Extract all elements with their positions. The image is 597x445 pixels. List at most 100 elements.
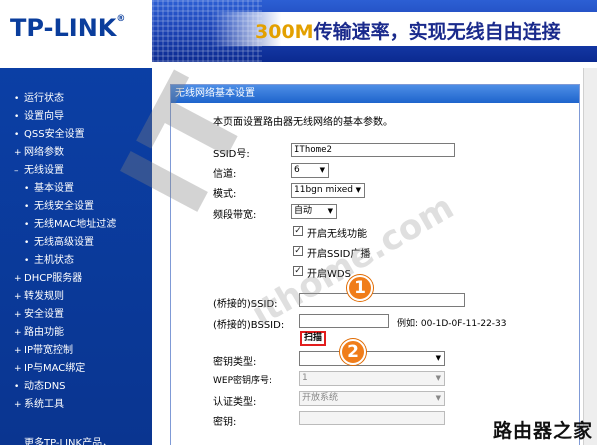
sidebar-item[interactable]: • 设置向导: [14, 108, 116, 126]
bullet-icon: •: [14, 382, 20, 392]
scrollbar[interactable]: [583, 68, 597, 445]
sidebar-item[interactable]: – 无线设置: [14, 162, 116, 180]
sidebar-menu: • 运行状态 • 设置向导 • QSS安全设置 + 网络参数 – 无线设置 • 基本设置 • 无线安全设置…: [14, 90, 116, 414]
sidebar-item[interactable]: + IP与MAC绑定: [14, 360, 116, 378]
sidebar-item[interactable]: + DHCP服务器: [14, 270, 116, 288]
scan-button[interactable]: 扫描: [300, 331, 327, 346]
sidebar-item[interactable]: + 路由功能: [14, 324, 116, 342]
bullet-icon: •: [14, 94, 20, 104]
bullet-icon: •: [24, 184, 30, 194]
header-banner: TP-LINK® 300M传输速率，实现无线自由连接: [0, 0, 597, 62]
sidebar-item-label: 系统工具: [24, 399, 64, 410]
ssid-input[interactable]: IThome2: [291, 143, 455, 157]
auth-type-select[interactable]: 开放系统 ▼: [299, 391, 445, 406]
sidebar-item[interactable]: + 网络参数: [14, 144, 116, 162]
enable-wireless-label: 开启无线功能: [307, 229, 367, 240]
sidebar-item-label: 网络参数: [24, 147, 64, 158]
more-products-link[interactable]: 更多TP-LINK产品，: [24, 434, 112, 445]
bridged-ssid-input[interactable]: [299, 293, 465, 307]
key-type-select[interactable]: ▼: [299, 351, 445, 366]
bullet-icon: •: [24, 256, 30, 266]
sidebar-item-label: 运行状态: [24, 93, 64, 104]
enable-ssid-broadcast-checkbox[interactable]: ✓: [293, 246, 303, 256]
panel-title: 无线网络基本设置: [171, 85, 579, 103]
logo-text: TP-LINK: [10, 14, 117, 42]
sidebar-item-label: 动态DNS: [24, 381, 66, 392]
wireless-basic-settings-panel: 无线网络基本设置 本页面设置路由器无线网络的基本参数。 SSID号: IThom…: [170, 84, 580, 445]
bssid-example: 例如: 00-1D-0F-11-22-33: [397, 319, 507, 329]
chevron-down-icon: ▼: [435, 374, 441, 382]
bullet-icon: +: [14, 364, 22, 374]
sidebar-item-label: 无线安全设置: [34, 201, 94, 212]
auth-type-value: 开放系统: [302, 393, 339, 403]
sidebar-item[interactable]: + 安全设置: [14, 306, 116, 324]
chevron-down-icon: ▼: [435, 354, 441, 362]
bullet-icon: +: [14, 148, 22, 158]
sidebar-item[interactable]: • 运行状态: [14, 90, 116, 108]
key-input[interactable]: [299, 411, 445, 425]
channel-select[interactable]: 6 ▼: [291, 163, 329, 178]
bridged-bssid-input[interactable]: [299, 314, 389, 328]
chevron-down-icon: ▼: [319, 166, 325, 174]
bridged-bssid-label: (桥接的)BSSID:: [213, 320, 285, 331]
sidebar-item-label: 无线高级设置: [34, 237, 94, 248]
sidebar-item[interactable]: • 无线MAC地址过滤: [14, 216, 116, 234]
bullet-icon: +: [14, 292, 22, 302]
sidebar-item[interactable]: + IP带宽控制: [14, 342, 116, 360]
wep-index-select[interactable]: 1 ▼: [299, 371, 445, 386]
wep-index-label: WEP密钥序号:: [213, 376, 273, 386]
chevron-down-icon: ▼: [355, 186, 361, 194]
bandwidth-label: 频段带宽:: [213, 210, 257, 221]
chevron-down-icon: ▼: [327, 207, 333, 215]
enable-wds-checkbox[interactable]: ✓: [293, 266, 303, 276]
enable-ssid-broadcast-label: 开启SSID广播: [307, 249, 371, 260]
key-type-label: 密钥类型:: [213, 357, 257, 368]
sidebar-item[interactable]: • 无线高级设置: [14, 234, 116, 252]
bullet-icon: •: [24, 220, 30, 230]
wep-index-value: 1: [302, 373, 308, 383]
sidebar-item-label: 转发规则: [24, 291, 64, 302]
bullet-icon: •: [14, 130, 20, 140]
sidebar-item[interactable]: • 无线安全设置: [14, 198, 116, 216]
bullet-icon: +: [14, 346, 22, 356]
sidebar-item[interactable]: • QSS安全设置: [14, 126, 116, 144]
mode-select[interactable]: 11bgn mixed ▼: [291, 183, 365, 198]
main-content: 无线网络基本设置 本页面设置路由器无线网络的基本参数。 SSID号: IThom…: [152, 68, 597, 445]
bullet-icon: +: [14, 328, 22, 338]
sidebar: • 运行状态 • 设置向导 • QSS安全设置 + 网络参数 – 无线设置 • 基本设置 • 无线安全设置…: [0, 68, 152, 445]
channel-label: 信道:: [213, 169, 237, 180]
sidebar-item[interactable]: + 系统工具: [14, 396, 116, 414]
sidebar-item-label: 路由功能: [24, 327, 64, 338]
bandwidth-select[interactable]: 自动 ▼: [291, 204, 337, 219]
sidebar-item-label: 设置向导: [24, 111, 64, 122]
sidebar-item[interactable]: • 基本设置: [14, 180, 116, 198]
bandwidth-value: 自动: [294, 206, 313, 216]
mode-label: 模式:: [213, 189, 237, 200]
bullet-icon: •: [24, 238, 30, 248]
sidebar-item-label: 安全设置: [24, 309, 64, 320]
sidebar-item-label: IP带宽控制: [24, 345, 73, 356]
bullet-icon: –: [14, 166, 19, 176]
bullet-icon: •: [24, 202, 30, 212]
enable-wds-label: 开启WDS: [307, 269, 351, 280]
bullet-icon: •: [14, 112, 20, 122]
bullet-icon: +: [14, 400, 22, 410]
sidebar-item[interactable]: + 转发规则: [14, 288, 116, 306]
channel-value: 6: [294, 165, 300, 175]
intro-text: 本页面设置路由器无线网络的基本参数。: [213, 117, 393, 128]
sidebar-item[interactable]: • 动态DNS: [14, 378, 116, 396]
enable-wireless-checkbox[interactable]: ✓: [293, 226, 303, 236]
sidebar-item-label: QSS安全设置: [24, 129, 85, 140]
bottom-watermark: 路由器之家: [492, 420, 593, 442]
sidebar-item-label: 无线MAC地址过滤: [34, 219, 117, 230]
mode-value: 11bgn mixed: [294, 185, 354, 195]
ssid-label: SSID号:: [213, 149, 250, 160]
sidebar-item-label: 无线设置: [24, 165, 64, 176]
sidebar-item-label: 基本设置: [34, 183, 74, 194]
sidebar-item[interactable]: • 主机状态: [14, 252, 116, 270]
sidebar-item-label: IP与MAC绑定: [24, 363, 86, 374]
bullet-icon: +: [14, 274, 22, 284]
chevron-down-icon: ▼: [435, 394, 441, 402]
callout-badge-1: 1: [347, 275, 373, 301]
key-label: 密钥:: [213, 417, 237, 428]
